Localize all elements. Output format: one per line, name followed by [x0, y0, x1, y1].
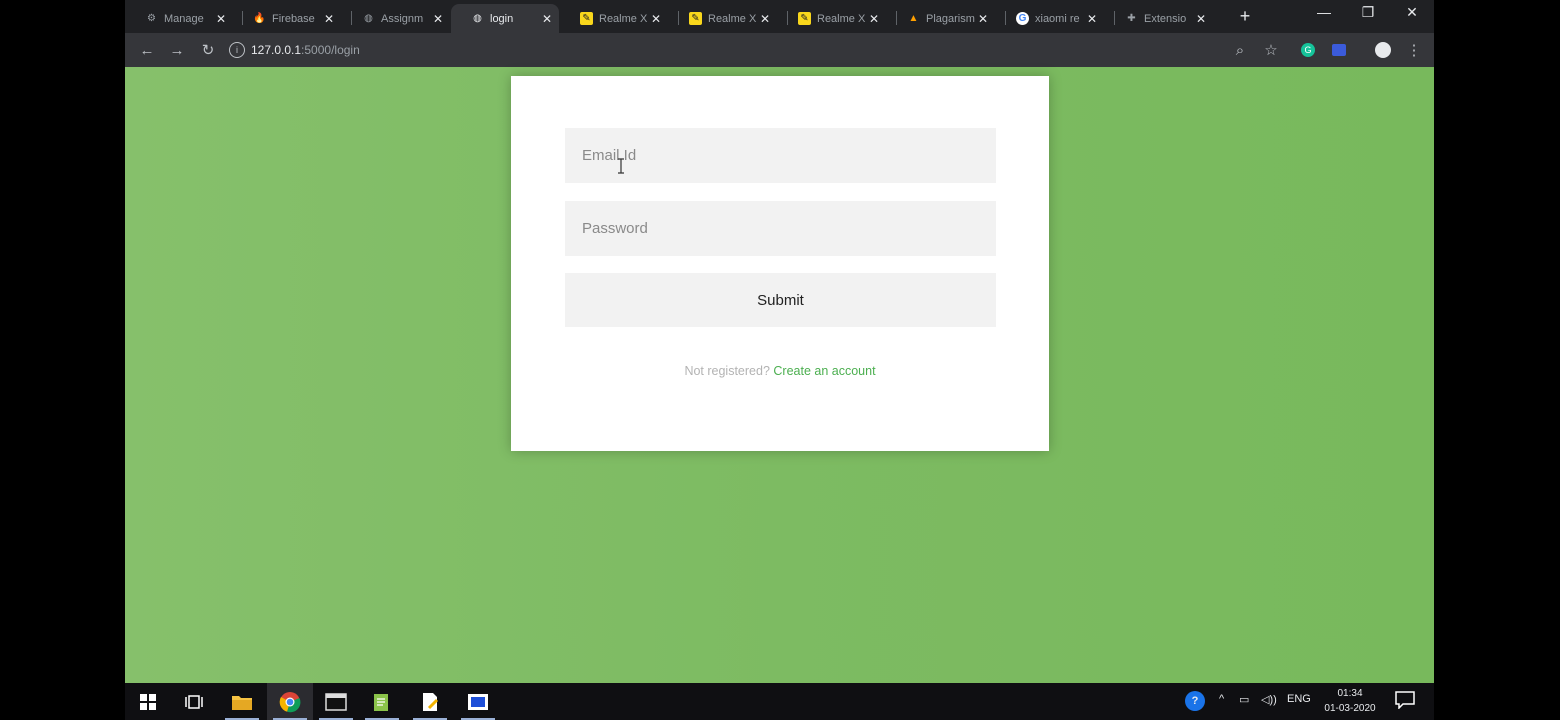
- star-icon[interactable]: ☆: [1261, 40, 1281, 60]
- tab-firebase[interactable]: 🔥 Firebase ✕: [233, 4, 341, 33]
- extension-icon[interactable]: [1329, 40, 1349, 60]
- profile-icon[interactable]: [1373, 40, 1393, 60]
- globe-icon: ◍: [473, 13, 482, 24]
- firebase-icon: ▲: [908, 13, 919, 24]
- system-clock[interactable]: 01:34 01-03-2020: [1315, 686, 1385, 716]
- new-tab-button[interactable]: +: [1235, 6, 1255, 27]
- address-path: :5000/login: [301, 43, 360, 57]
- windows-logo-icon: [140, 693, 156, 710]
- notification-bubble-icon: [1395, 691, 1415, 710]
- create-account-link[interactable]: Create an account: [773, 364, 875, 378]
- register-prompt-text: Not registered?: [684, 364, 770, 378]
- reload-icon[interactable]: ↻: [198, 40, 218, 60]
- gear-icon: ⚙: [147, 13, 156, 24]
- close-icon[interactable]: ✕: [541, 12, 553, 26]
- tab-title: Realme X: [817, 12, 866, 25]
- tab-realme-3[interactable]: ✎ Realme X ✕: [778, 4, 886, 33]
- password-field[interactable]: [565, 201, 996, 256]
- close-icon[interactable]: ✕: [432, 12, 444, 26]
- close-icon[interactable]: ✕: [977, 12, 989, 26]
- page-background: Submit Not registered? Create an account: [125, 67, 1434, 683]
- tab-title: Realme X: [708, 12, 757, 25]
- register-prompt: Not registered? Create an account: [511, 364, 1049, 378]
- tab-title: Extensio: [1144, 12, 1187, 25]
- puzzle-icon: ✚: [1127, 13, 1136, 24]
- forward-arrow-icon[interactable]: →: [167, 40, 187, 60]
- restore-button[interactable]: ❐: [1353, 4, 1383, 21]
- sticky-note-icon: ✎: [798, 12, 811, 25]
- notification-icon[interactable]: [1395, 691, 1415, 712]
- submit-button[interactable]: Submit: [565, 273, 996, 327]
- zoom-icon[interactable]: ⌕: [1230, 40, 1250, 60]
- close-icon[interactable]: ✕: [759, 12, 771, 26]
- firebase-icon: 🔥: [253, 13, 266, 24]
- email-field[interactable]: [565, 128, 996, 183]
- battery-icon[interactable]: ▭: [1239, 693, 1249, 706]
- tab-login[interactable]: ◍ login ✕: [451, 4, 559, 33]
- browser-toolbar: ← → ↻ i 127.0.0.1:5000/login ⌕ ☆ G ⋮: [125, 33, 1434, 67]
- login-card: Submit Not registered? Create an account: [511, 76, 1049, 451]
- close-icon[interactable]: ✕: [1086, 12, 1098, 26]
- close-icon[interactable]: ✕: [650, 12, 662, 26]
- task-view-button[interactable]: [171, 683, 217, 720]
- menu-icon[interactable]: ⋮: [1404, 40, 1424, 60]
- tab-title: Plagarism: [926, 12, 975, 25]
- text-cursor-icon: [618, 158, 624, 174]
- tab-realme-1[interactable]: ✎ Realme X ✕: [560, 4, 668, 33]
- close-icon[interactable]: ✕: [215, 12, 227, 26]
- tab-extensions[interactable]: ✚ Extensio ✕: [1105, 4, 1213, 33]
- notepad-icon: [374, 693, 388, 711]
- folder-icon: [232, 695, 252, 710]
- taskbar-notepad[interactable]: [359, 683, 405, 720]
- tab-assignment[interactable]: ◍ Assignm ✕: [342, 4, 450, 33]
- address-bar[interactable]: i 127.0.0.1:5000/login: [229, 37, 1309, 63]
- help-icon[interactable]: ?: [1185, 691, 1205, 711]
- tab-title: Assignm: [381, 12, 424, 25]
- tab-xiaomi[interactable]: G xiaomi re ✕: [996, 4, 1104, 33]
- taskbar-file-explorer[interactable]: [219, 683, 265, 720]
- tab-title: Manage: [164, 12, 204, 25]
- grammarly-icon[interactable]: G: [1298, 40, 1318, 60]
- info-icon[interactable]: i: [229, 42, 245, 58]
- tab-manage[interactable]: ⚙ Manage ✕: [125, 4, 233, 33]
- windows-taskbar: ? ^ ▭ ◁)) ENG 01:34 01-03-2020: [125, 683, 1434, 720]
- sticky-note-icon: ✎: [689, 12, 702, 25]
- chrome-icon: [279, 691, 301, 712]
- task-view-icon: [185, 694, 203, 709]
- tab-realme-2[interactable]: ✎ Realme X ✕: [669, 4, 777, 33]
- document-edit-icon: [423, 692, 439, 711]
- speaker-icon[interactable]: ◁)): [1261, 693, 1277, 706]
- tab-strip: ⚙ Manage ✕ 🔥 Firebase ✕ ◍ Assignm ✕ ◍ lo…: [125, 0, 1434, 33]
- taskbar-chrome[interactable]: [267, 683, 313, 720]
- taskbar-app[interactable]: [455, 683, 501, 720]
- google-icon: G: [1016, 12, 1029, 25]
- tab-title: xiaomi re: [1035, 12, 1080, 25]
- tab-title: login: [490, 12, 514, 25]
- terminal-icon: [325, 692, 347, 711]
- sticky-note-icon: ✎: [580, 12, 593, 25]
- clock-time: 01:34: [1337, 688, 1363, 699]
- desktop-screen: ⚙ Manage ✕ 🔥 Firebase ✕ ◍ Assignm ✕ ◍ lo…: [125, 0, 1434, 720]
- close-icon[interactable]: ✕: [1195, 12, 1207, 26]
- start-button[interactable]: [125, 683, 171, 720]
- clock-date: 01-03-2020: [1324, 703, 1376, 714]
- window-close-button[interactable]: ✕: [1397, 4, 1427, 21]
- tab-title: Realme X: [599, 12, 648, 25]
- address-host: 127.0.0.1: [251, 43, 302, 57]
- globe-icon: ◍: [364, 13, 373, 24]
- close-icon[interactable]: ✕: [323, 12, 335, 26]
- app-window-icon: [468, 693, 488, 710]
- close-icon[interactable]: ✕: [868, 12, 880, 26]
- taskbar-terminal[interactable]: [313, 683, 359, 720]
- language-indicator[interactable]: ENG: [1287, 693, 1311, 705]
- tab-plagarism[interactable]: ▲ Plagarism ✕: [887, 4, 995, 33]
- tab-title: Firebase: [272, 12, 315, 25]
- minimize-button[interactable]: —: [1309, 4, 1339, 20]
- chevron-up-icon[interactable]: ^: [1219, 693, 1224, 705]
- taskbar-editor[interactable]: [407, 683, 453, 720]
- back-arrow-icon[interactable]: ←: [137, 40, 157, 60]
